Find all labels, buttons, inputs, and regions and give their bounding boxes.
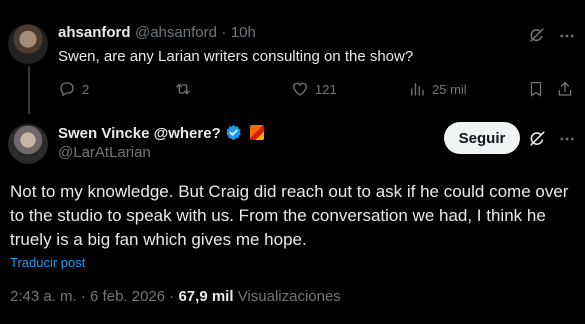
verified-badge-icon[interactable] [225, 124, 242, 141]
tweet-author-row: Swen Vincke @where? [58, 124, 264, 143]
share-icon[interactable] [556, 80, 574, 98]
reply-count: 2 [82, 81, 90, 97]
tweet-time[interactable]: 2:43 a. m. [10, 288, 77, 305]
reply-time[interactable]: 10h [231, 24, 256, 41]
like-icon [292, 82, 308, 96]
thread-connector-line [28, 66, 30, 114]
flag-emoji-icon [249, 125, 264, 140]
grok-icon[interactable] [528, 129, 547, 148]
reply-separator: · [221, 24, 227, 41]
tweet-meta: 2:43 a. m. · 6 feb. 2026 · 67,9 mil Visu… [10, 288, 341, 305]
repost-button[interactable] [174, 80, 198, 98]
reply-reply-button[interactable]: 2 [58, 80, 89, 98]
translate-post-link[interactable]: Traducir post [10, 255, 85, 270]
more-options-icon[interactable] [558, 130, 576, 148]
tweet-text: Not to my knowledge. But Craig did reach… [10, 182, 569, 249]
reply-author-handle[interactable]: @ahsanford [135, 24, 217, 41]
tweet-author-avatar[interactable] [8, 124, 48, 164]
tweet-views-label: Visualizaciones [237, 288, 341, 305]
meta-separator-2: · [169, 288, 175, 305]
tweet-author-handle[interactable]: @LarAtLarian [58, 144, 151, 161]
tweet-date[interactable]: 6 feb. 2026 [90, 288, 165, 305]
views-button[interactable]: 25 mil [408, 80, 467, 98]
reply-header: ahsanford @ahsanford · 10h [58, 24, 256, 42]
meta-separator-1: · [80, 288, 86, 305]
follow-button[interactable]: Seguir [444, 122, 520, 154]
repost-icon [176, 83, 190, 95]
grok-icon[interactable] [528, 26, 546, 44]
reply-text: Swen, are any Larian writers consulting … [58, 48, 414, 65]
tweet-author-name[interactable]: Swen Vincke @where? [58, 125, 221, 142]
like-button[interactable]: 121 [291, 80, 337, 98]
reply-author-name[interactable]: ahsanford [58, 24, 131, 41]
reply-author-avatar[interactable] [8, 24, 48, 64]
views-icon [411, 83, 424, 96]
more-options-icon[interactable] [558, 27, 576, 45]
bookmark-icon[interactable] [527, 80, 545, 98]
like-count: 121 [315, 81, 337, 97]
views-count: 25 mil [432, 81, 467, 97]
reply-icon [60, 82, 74, 97]
tweet-views-count: 67,9 mil [178, 288, 234, 305]
